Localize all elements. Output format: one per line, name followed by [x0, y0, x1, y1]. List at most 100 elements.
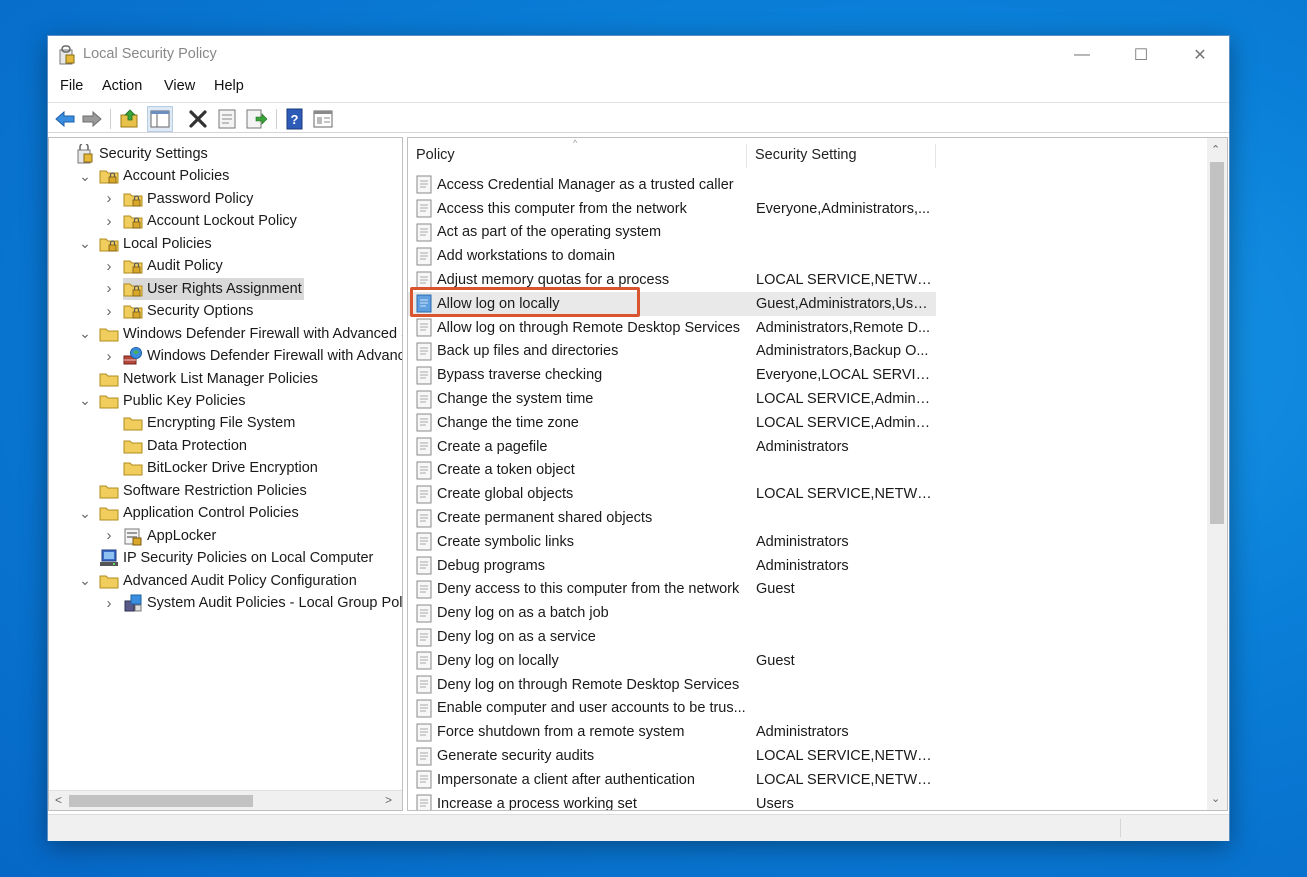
expand-chevron-right-icon[interactable]: › [103, 592, 115, 614]
tree-item[interactable]: ⌄ Local Policies [79, 233, 214, 255]
up-folder-icon[interactable] [118, 107, 142, 131]
policy-row[interactable]: Generate security audits LOCAL SERVICE,NE… [408, 744, 936, 768]
view-icon[interactable] [311, 107, 335, 131]
policy-row[interactable]: Deny log on as a batch job [408, 601, 936, 625]
policy-row[interactable]: Create symbolic links Administrators [408, 530, 936, 554]
policy-security-setting: Administrators,Backup O... [756, 343, 929, 360]
policy-row[interactable]: Change the time zone LOCAL SERVICE,Admini… [408, 411, 936, 435]
expand-chevron-down-icon[interactable]: ⌄ [79, 390, 91, 412]
menu-action[interactable]: Action [102, 78, 142, 94]
column-divider[interactable] [746, 144, 747, 168]
tree-item[interactable]: Data Protection [123, 435, 249, 457]
tree-item[interactable]: › Audit Policy [107, 255, 225, 277]
policy-security-setting: Administrators [756, 533, 849, 550]
forward-icon[interactable] [80, 107, 104, 131]
delete-icon[interactable] [186, 107, 210, 131]
tree-item[interactable]: ⌄ Public Key Policies [79, 390, 248, 412]
tree-item[interactable]: › System Audit Policies - Local Group Pol… [107, 592, 402, 614]
tree-item[interactable]: BitLocker Drive Encryption [123, 457, 320, 479]
app-window: Local Security Policy — ☐ ✕ File Action … [47, 35, 1230, 841]
tree-item[interactable]: Software Restriction Policies [99, 480, 309, 502]
tree-item[interactable]: IP Security Policies on Local Computer [99, 547, 375, 569]
expand-chevron-right-icon[interactable]: › [103, 300, 115, 322]
help-icon[interactable]: ? [283, 107, 307, 131]
expand-chevron-right-icon[interactable]: › [103, 255, 115, 277]
policy-row[interactable]: Back up files and directories Administrat… [408, 340, 936, 364]
scroll-up-icon[interactable]: ⌃ [1211, 143, 1220, 156]
column-divider[interactable] [935, 144, 936, 168]
list-vertical-scrollbar[interactable]: ⌃ ⌄ [1207, 138, 1227, 810]
tree-item[interactable]: ⌄ Application Control Policies [79, 502, 301, 524]
policy-row[interactable]: Create permanent shared objects [408, 506, 936, 530]
toolbar-separator [110, 109, 111, 129]
policy-row[interactable]: Create global objects LOCAL SERVICE,NETWO… [408, 482, 936, 506]
policy-row[interactable]: Create a pagefile Administrators [408, 435, 936, 459]
expand-chevron-right-icon[interactable]: › [103, 210, 115, 232]
tree-item-label: Software Restriction Policies [123, 482, 307, 499]
policy-row[interactable]: Change the system time LOCAL SERVICE,Admi… [408, 387, 936, 411]
minimize-button[interactable]: — [1053, 36, 1111, 74]
properties-icon[interactable] [215, 107, 239, 131]
policy-row[interactable]: Create a token object [408, 459, 936, 483]
policy-row[interactable]: Access this computer from the network Eve… [408, 197, 936, 221]
tree-item[interactable]: Network List Manager Policies [99, 368, 320, 390]
policy-row[interactable]: Add workstations to domain [408, 244, 936, 268]
policy-row[interactable]: Deny access to this computer from the ne… [408, 578, 936, 602]
tree-item[interactable]: ⌄ Account Policies [79, 165, 231, 187]
policy-row[interactable]: Act as part of the operating system [408, 221, 936, 245]
tree-item[interactable]: › User Rights Assignment [107, 277, 304, 300]
policy-row[interactable]: Debug programs Administrators [408, 554, 936, 578]
tree-item[interactable]: ⌄ Windows Defender Firewall with Advanced… [79, 323, 402, 345]
scroll-down-icon[interactable]: ⌄ [1211, 792, 1220, 805]
policy-row[interactable]: Access Credential Manager as a trusted c… [408, 173, 936, 197]
scroll-right-icon[interactable]: > [385, 793, 392, 807]
tree-item[interactable]: › AppLocker [107, 525, 218, 547]
column-header-security-setting[interactable]: Security Setting [755, 138, 935, 172]
tree-horizontal-scrollbar[interactable]: < > [49, 790, 402, 810]
tree-item[interactable]: ⌄ Advanced Audit Policy Configuration [79, 570, 359, 592]
scrollbar-thumb[interactable] [1210, 162, 1224, 524]
expand-chevron-down-icon[interactable]: ⌄ [79, 570, 91, 592]
close-button[interactable]: ✕ [1171, 36, 1229, 74]
tree-item[interactable]: › Password Policy [107, 188, 255, 210]
navigation-tree[interactable]: Security Settings ⌄ Account Policies › Passw… [48, 137, 403, 811]
menu-bar: File Action View Help [48, 74, 1229, 100]
policy-row[interactable]: Deny log on as a service [408, 625, 936, 649]
maximize-button[interactable]: ☐ [1112, 36, 1170, 74]
tree-item-label: Local Policies [123, 235, 212, 252]
show-hide-tree-icon[interactable] [147, 106, 173, 132]
tree-item[interactable]: › Windows Defender Firewall with Advanced [107, 345, 403, 367]
export-list-icon[interactable] [244, 107, 268, 131]
column-header-policy[interactable]: Policy [416, 138, 746, 172]
policy-row[interactable]: Enable computer and user accounts to be … [408, 697, 936, 721]
expand-chevron-right-icon[interactable]: › [103, 525, 115, 547]
expand-chevron-down-icon[interactable]: ⌄ [79, 323, 91, 345]
expand-chevron-right-icon[interactable]: › [103, 345, 115, 367]
expand-chevron-down-icon[interactable]: ⌄ [79, 502, 91, 524]
expand-chevron-down-icon[interactable]: ⌄ [79, 165, 91, 187]
policy-row[interactable]: Deny log on through Remote Desktop Servi… [408, 673, 936, 697]
tree-item[interactable]: › Security Options [107, 300, 255, 322]
title-bar[interactable]: Local Security Policy — ☐ ✕ [48, 36, 1229, 74]
applocker-icon [123, 526, 143, 546]
policy-row[interactable]: Deny log on locally Guest [408, 649, 936, 673]
tree-item[interactable]: Encrypting File System [123, 412, 297, 434]
policy-row[interactable]: Impersonate a client after authenticatio… [408, 768, 936, 792]
back-icon[interactable] [53, 107, 77, 131]
expand-chevron-right-icon[interactable]: › [103, 188, 115, 210]
scrollbar-thumb[interactable] [69, 795, 253, 807]
policy-row[interactable]: Force shutdown from a remote system Admin… [408, 720, 936, 744]
tree-item[interactable]: Security Settings [75, 142, 210, 165]
expand-chevron-right-icon[interactable]: › [103, 278, 115, 300]
scroll-left-icon[interactable]: < [55, 793, 62, 807]
menu-help[interactable]: Help [214, 78, 244, 94]
menu-file[interactable]: File [60, 78, 83, 94]
policy-row[interactable]: Increase a process working set Users [408, 792, 936, 810]
expand-chevron-down-icon[interactable]: ⌄ [79, 233, 91, 255]
policy-list[interactable]: ^ Policy Security Setting Access Credent… [407, 137, 1228, 811]
policy-row[interactable]: Allow log on through Remote Desktop Serv… [408, 316, 936, 340]
tree-item[interactable]: › Account Lockout Policy [107, 210, 299, 232]
policy-row[interactable]: Bypass traverse checking Everyone,LOCAL S… [408, 363, 936, 387]
tree-item-label: Windows Defender Firewall with Advanced [147, 348, 403, 365]
menu-view[interactable]: View [164, 78, 195, 94]
